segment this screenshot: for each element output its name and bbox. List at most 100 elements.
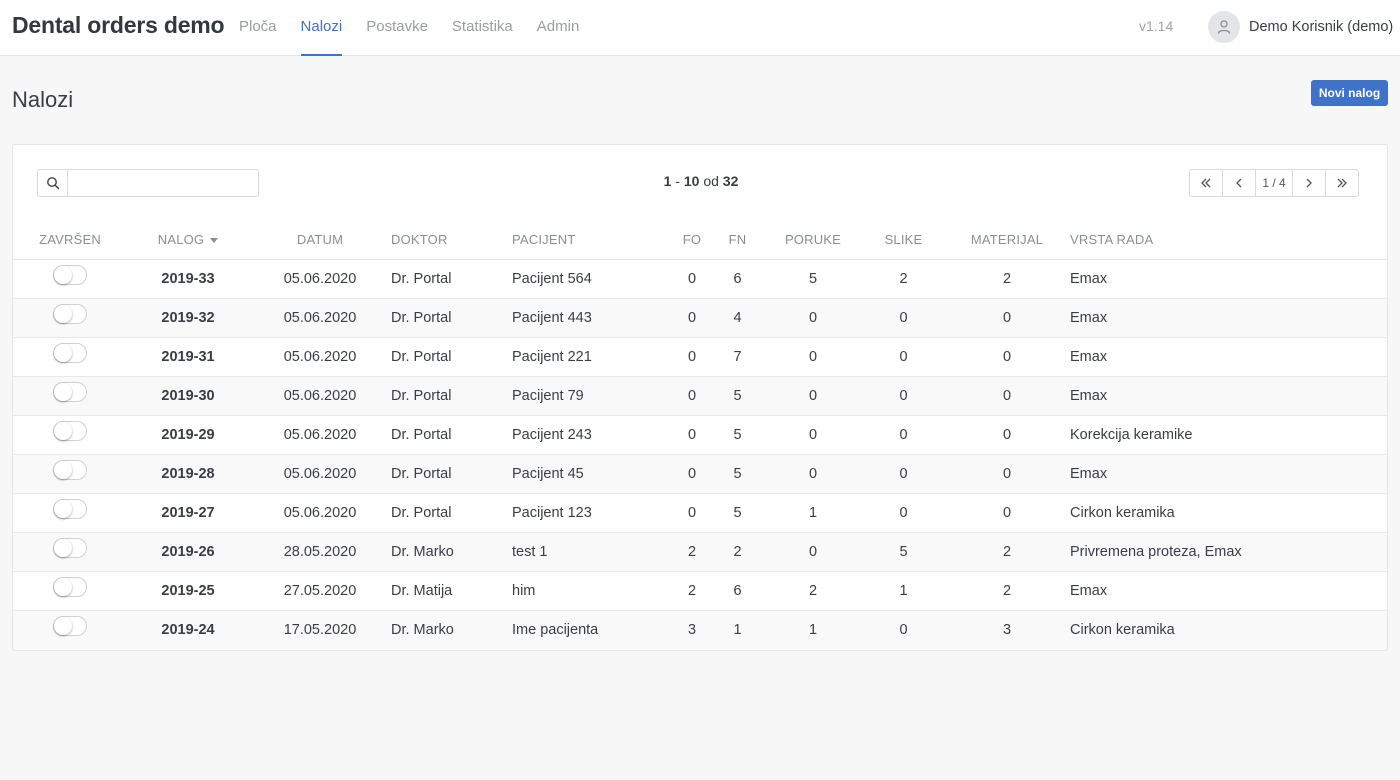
completed-toggle[interactable]	[53, 264, 87, 285]
column-header-nalog[interactable]: NALOG	[127, 221, 249, 260]
images-count: 0	[863, 610, 944, 649]
done-cell	[13, 415, 127, 455]
nav-item-admin[interactable]: Admin	[537, 0, 580, 56]
work-type: Korekcija keramike	[1070, 415, 1387, 455]
nav-item-ploca[interactable]: Ploča	[239, 0, 277, 56]
completed-toggle[interactable]	[53, 342, 87, 363]
messages-count: 5	[763, 259, 863, 299]
order-date: 05.06.2020	[249, 337, 391, 377]
fn-count: 5	[712, 454, 763, 494]
order-number: 2019-28	[127, 454, 249, 494]
doctor-name: Dr. Portal	[391, 454, 512, 494]
fo-count: 2	[672, 571, 712, 611]
page-title: Nalozi	[12, 87, 74, 112]
orders-card: 1 - 10 od 32 1 / 4 ZAVRŠEN NALOG DATUM D…	[12, 144, 1388, 651]
completed-toggle[interactable]	[53, 420, 87, 441]
fo-count: 0	[672, 493, 712, 533]
new-order-button[interactable]: Novi nalog	[1311, 80, 1388, 106]
table-row[interactable]: 2019-25 27.05.2020 Dr. Matija him 2 6 2 1 2 Emax	[13, 571, 1387, 611]
column-header-materijal[interactable]: MATERIJAL	[944, 221, 1070, 260]
fo-count: 3	[672, 610, 712, 649]
nav-item-postavke[interactable]: Postavke	[366, 0, 428, 56]
order-number: 2019-33	[127, 259, 249, 299]
double-chevron-right-icon	[1337, 178, 1347, 188]
column-header-fo[interactable]: FO	[672, 221, 712, 260]
table-row[interactable]: 2019-27 05.06.2020 Dr. Portal Pacijent 123 0…	[13, 493, 1387, 533]
patient-name: Pacijent 243	[512, 415, 672, 455]
images-count: 0	[863, 298, 944, 338]
order-number: 2019-31	[127, 337, 249, 377]
material-count: 0	[944, 493, 1070, 533]
column-header-slike[interactable]: SLIKE	[863, 221, 944, 260]
table-row[interactable]: 2019-32 05.06.2020 Dr. Portal Pacijent 443 0…	[13, 298, 1387, 338]
material-count: 0	[944, 337, 1070, 377]
order-date: 27.05.2020	[249, 571, 391, 611]
messages-count: 0	[763, 376, 863, 416]
done-cell	[13, 571, 127, 611]
prev-page-button[interactable]	[1222, 169, 1256, 197]
completed-toggle[interactable]	[53, 459, 87, 480]
patient-name: Pacijent 45	[512, 454, 672, 494]
done-cell	[13, 493, 127, 533]
fo-count: 0	[672, 376, 712, 416]
fn-count: 5	[712, 493, 763, 533]
completed-toggle[interactable]	[53, 381, 87, 402]
order-number: 2019-30	[127, 376, 249, 416]
column-header-poruke[interactable]: PORUKE	[763, 221, 863, 260]
fo-count: 0	[672, 337, 712, 377]
patient-name: Pacijent 564	[512, 259, 672, 299]
order-number: 2019-26	[127, 532, 249, 572]
table-header-row: ZAVRŠEN NALOG DATUM DOKTOR PACIJENT FO F…	[13, 221, 1387, 260]
work-type: Emax	[1070, 298, 1387, 338]
doctor-name: Dr. Marko	[391, 532, 512, 572]
table-row[interactable]: 2019-30 05.06.2020 Dr. Portal Pacijent 79 0 5…	[13, 376, 1387, 416]
patient-name: Pacijent 443	[512, 298, 672, 338]
material-count: 0	[944, 415, 1070, 455]
last-page-button[interactable]	[1325, 169, 1359, 197]
fo-count: 0	[672, 415, 712, 455]
doctor-name: Dr. Portal	[391, 298, 512, 338]
table-row[interactable]: 2019-26 28.05.2020 Dr. Marko test 1 2 2 0 5 2 Pri…	[13, 532, 1387, 572]
table-row[interactable]: 2019-33 05.06.2020 Dr. Portal Pacijent 564 0…	[13, 259, 1387, 299]
completed-toggle[interactable]	[53, 615, 87, 636]
fn-count: 5	[712, 376, 763, 416]
nav-item-statistika[interactable]: Statistika	[452, 0, 513, 56]
completed-toggle[interactable]	[53, 576, 87, 597]
column-header-zavrsen[interactable]: ZAVRŠEN	[13, 221, 127, 260]
range-of: od	[699, 173, 723, 189]
done-cell	[13, 337, 127, 377]
column-header-doktor[interactable]: DOKTOR	[391, 221, 512, 260]
material-count: 0	[944, 376, 1070, 416]
nav-item-nalozi[interactable]: Nalozi	[300, 0, 343, 56]
column-header-datum[interactable]: DATUM	[249, 221, 391, 260]
messages-count: 0	[763, 454, 863, 494]
completed-toggle[interactable]	[53, 303, 87, 324]
table-row[interactable]: 2019-29 05.06.2020 Dr. Portal Pacijent 243 0…	[13, 415, 1387, 455]
next-page-button[interactable]	[1292, 169, 1326, 197]
column-header-vrsta-rada[interactable]: VRSTA RADA	[1070, 221, 1387, 260]
column-header-label: NALOG	[157, 232, 205, 248]
completed-toggle[interactable]	[53, 498, 87, 519]
messages-count: 0	[763, 532, 863, 572]
order-date: 05.06.2020	[249, 298, 391, 338]
column-header-pacijent[interactable]: PACIJENT	[512, 221, 672, 260]
patient-name: Ime pacijenta	[512, 610, 672, 649]
table-row[interactable]: 2019-28 05.06.2020 Dr. Portal Pacijent 45 0 5…	[13, 454, 1387, 494]
doctor-name: Dr. Portal	[391, 376, 512, 416]
sort-desc-icon	[210, 238, 219, 244]
completed-toggle[interactable]	[53, 537, 87, 558]
patient-name: him	[512, 571, 672, 611]
first-page-button[interactable]	[1189, 169, 1223, 197]
material-count: 0	[944, 298, 1070, 338]
top-navbar: Dental orders demo Ploča Nalozi Postavke…	[0, 0, 1400, 56]
table-row[interactable]: 2019-31 05.06.2020 Dr. Portal Pacijent 221 0…	[13, 337, 1387, 377]
user-icon	[1217, 20, 1231, 34]
order-number: 2019-29	[127, 415, 249, 455]
table-row[interactable]: 2019-24 17.05.2020 Dr. Marko Ime pacijenta 3…	[13, 610, 1387, 649]
user-menu[interactable]: Demo Korisnik (demo)	[1208, 11, 1393, 43]
order-date: 05.06.2020	[249, 415, 391, 455]
app-title[interactable]: Dental orders demo	[12, 12, 225, 39]
column-header-fn[interactable]: FN	[712, 221, 763, 260]
material-count: 0	[944, 454, 1070, 494]
work-type: Privremena proteza, Emax	[1070, 532, 1387, 572]
